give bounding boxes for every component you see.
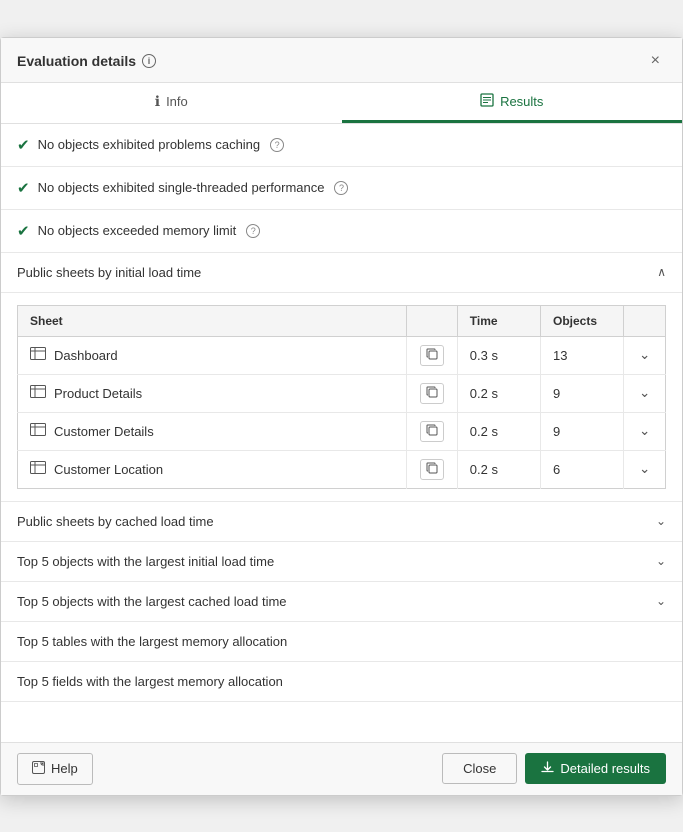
dialog-header: Evaluation details i × — [1, 38, 682, 83]
help-button[interactable]: Help — [17, 753, 93, 785]
col-header-objects: Objects — [540, 305, 623, 336]
section-public-sheets-initial[interactable]: Public sheets by initial load time ∧ — [1, 253, 682, 293]
row-expand-button[interactable]: ⌄ — [637, 459, 652, 479]
sheet-time: 0.2 s — [457, 450, 540, 488]
results-tab-icon — [480, 93, 494, 110]
copy-button[interactable] — [420, 421, 444, 442]
table-row: Product Details 0.2 s — [18, 374, 666, 412]
tab-info-label: Info — [166, 94, 188, 109]
row-expand-button[interactable]: ⌄ — [637, 421, 652, 441]
tab-results[interactable]: Results — [342, 83, 683, 123]
copy-button[interactable] — [420, 345, 444, 366]
copy-button[interactable] — [420, 459, 444, 480]
section-public-sheets-initial-chevron: ∧ — [657, 265, 666, 279]
sheet-time: 0.3 s — [457, 336, 540, 374]
section-top5-initial-chevron: ⌄ — [656, 554, 666, 568]
check-threaded-icon: ✔ — [17, 179, 30, 197]
dialog-footer: Help Close Detailed results — [1, 742, 682, 795]
table-row: Customer Details 0.2 s — [18, 412, 666, 450]
sheet-name: Dashboard — [54, 348, 118, 363]
help-label: Help — [51, 761, 78, 776]
check-threaded-text: No objects exhibited single-threaded per… — [38, 180, 325, 195]
section-public-sheets-cached-label: Public sheets by cached load time — [17, 514, 214, 529]
sheet-name-cell: Customer Location — [18, 450, 407, 488]
table-row: Customer Location 0.2 s — [18, 450, 666, 488]
check-caching: ✔ No objects exhibited problems caching … — [1, 124, 682, 167]
check-caching-icon: ✔ — [17, 136, 30, 154]
section-top5-cached[interactable]: Top 5 objects with the largest cached lo… — [1, 582, 682, 622]
check-memory-text: No objects exceeded memory limit — [38, 223, 237, 238]
sheet-name-cell: Dashboard — [18, 336, 407, 374]
col-header-expand — [624, 305, 666, 336]
sheet-name-cell: Customer Details — [18, 412, 407, 450]
tabs-bar: ℹ Info Results — [1, 83, 682, 124]
sheet-name: Customer Location — [54, 462, 163, 477]
table-row: Dashboard 0.3 s 13 — [18, 336, 666, 374]
check-memory-help-icon[interactable]: ? — [246, 224, 260, 238]
section-public-sheets-cached[interactable]: Public sheets by cached load time ⌄ — [1, 502, 682, 542]
title-info-icon[interactable]: i — [142, 54, 156, 68]
copy-cell[interactable] — [406, 374, 457, 412]
sheet-objects: 9 — [540, 412, 623, 450]
tab-results-label: Results — [500, 94, 543, 109]
sheet-objects: 9 — [540, 374, 623, 412]
section-public-sheets-initial-label: Public sheets by initial load time — [17, 265, 201, 280]
sheet-objects: 6 — [540, 450, 623, 488]
check-memory: ✔ No objects exceeded memory limit ? — [1, 210, 682, 253]
sheet-icon — [30, 461, 46, 477]
expand-cell[interactable]: ⌄ — [624, 336, 666, 374]
help-icon — [32, 761, 45, 777]
section-top5-memory-tables[interactable]: Top 5 tables with the largest memory all… — [1, 622, 682, 662]
expand-cell[interactable]: ⌄ — [624, 412, 666, 450]
sheet-icon — [30, 347, 46, 363]
check-threaded: ✔ No objects exhibited single-threaded p… — [1, 167, 682, 210]
col-header-action — [406, 305, 457, 336]
copy-cell[interactable] — [406, 412, 457, 450]
row-expand-button[interactable]: ⌄ — [637, 345, 652, 365]
copy-cell[interactable] — [406, 450, 457, 488]
detailed-results-button[interactable]: Detailed results — [525, 753, 666, 784]
section-top5-memory-fields-label: Top 5 fields with the largest memory all… — [17, 674, 283, 689]
section-top5-cached-label: Top 5 objects with the largest cached lo… — [17, 594, 287, 609]
detailed-results-label: Detailed results — [560, 761, 650, 776]
download-icon — [541, 761, 554, 777]
close-dialog-button[interactable]: Close — [442, 753, 517, 784]
check-threaded-help-icon[interactable]: ? — [334, 181, 348, 195]
section-top5-initial-label: Top 5 objects with the largest initial l… — [17, 554, 274, 569]
sheet-time: 0.2 s — [457, 412, 540, 450]
section-public-sheets-cached-chevron: ⌄ — [656, 514, 666, 528]
sheet-objects: 13 — [540, 336, 623, 374]
col-header-sheet: Sheet — [18, 305, 407, 336]
check-memory-icon: ✔ — [17, 222, 30, 240]
section-top5-memory-tables-label: Top 5 tables with the largest memory all… — [17, 634, 287, 649]
sheet-icon — [30, 423, 46, 439]
expand-cell[interactable]: ⌄ — [624, 374, 666, 412]
public-sheets-table: Sheet Time Objects — [17, 305, 666, 489]
col-header-time: Time — [457, 305, 540, 336]
sheet-icon — [30, 385, 46, 401]
sheet-time: 0.2 s — [457, 374, 540, 412]
tab-info[interactable]: ℹ Info — [1, 83, 342, 123]
check-caching-text: No objects exhibited problems caching — [38, 137, 261, 152]
sheet-name-cell: Product Details — [18, 374, 407, 412]
section-top5-memory-fields[interactable]: Top 5 fields with the largest memory all… — [1, 662, 682, 702]
spacer — [1, 702, 682, 742]
row-expand-button[interactable]: ⌄ — [637, 383, 652, 403]
public-sheets-initial-table-section: Sheet Time Objects — [1, 293, 682, 502]
section-top5-cached-chevron: ⌄ — [656, 594, 666, 608]
dialog-body: ✔ No objects exhibited problems caching … — [1, 124, 682, 742]
expand-cell[interactable]: ⌄ — [624, 450, 666, 488]
copy-button[interactable] — [420, 383, 444, 404]
copy-cell[interactable] — [406, 336, 457, 374]
sheet-name: Customer Details — [54, 424, 154, 439]
dialog-close-button[interactable]: × — [645, 50, 666, 72]
check-caching-help-icon[interactable]: ? — [270, 138, 284, 152]
dialog-title: Evaluation details i — [17, 53, 156, 69]
footer-right-actions: Close Detailed results — [442, 753, 666, 784]
info-tab-icon: ℹ — [155, 93, 160, 110]
title-text: Evaluation details — [17, 53, 136, 69]
section-top5-initial[interactable]: Top 5 objects with the largest initial l… — [1, 542, 682, 582]
evaluation-details-dialog: Evaluation details i × ℹ Info Results — [0, 37, 683, 796]
sheet-name: Product Details — [54, 386, 142, 401]
